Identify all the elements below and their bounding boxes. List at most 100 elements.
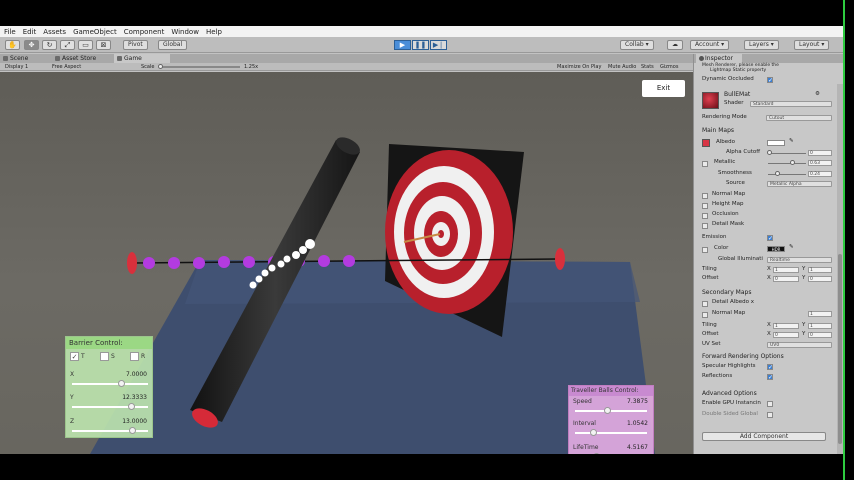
scale-tool-icon[interactable]: ⤢ (60, 40, 75, 50)
tiling-x-field[interactable]: 1 (773, 267, 799, 273)
menu-gameobject[interactable]: GameObject (73, 28, 117, 36)
smoothness-field[interactable]: 0.24 (808, 171, 832, 177)
normal-map-slot[interactable] (702, 193, 708, 199)
tiling-y-field[interactable]: 1 (808, 267, 832, 273)
transform-tool-icon[interactable]: ⊠ (96, 40, 111, 50)
add-component-button[interactable]: Add Component (702, 432, 826, 441)
interval-slider[interactable] (575, 432, 647, 434)
enable-gpu-instancing-checkbox[interactable] (767, 401, 773, 407)
eyedropper-icon[interactable]: ✎ (789, 137, 794, 146)
double-sided-gi-checkbox[interactable] (767, 412, 773, 418)
tab-inspector[interactable]: Inspector (696, 54, 742, 63)
metallic-handle[interactable] (790, 160, 795, 165)
offset-y-field[interactable]: 0 (808, 276, 832, 282)
source-dropdown[interactable]: Metallic Alpha (767, 181, 832, 187)
uv-set-dropdown[interactable]: UV0 (767, 342, 832, 348)
display-dropdown[interactable]: Display 1 (5, 64, 28, 70)
smoothness-slider[interactable] (768, 174, 806, 175)
alpha-cutoff-handle[interactable] (767, 150, 772, 155)
rotate-toggle[interactable]: R (130, 352, 145, 361)
specular-highlights-checkbox[interactable]: ✓ (767, 364, 773, 371)
step-button[interactable]: ▶❘ (430, 40, 447, 50)
metallic-slider[interactable] (768, 163, 806, 164)
albedo-color-swatch[interactable] (767, 140, 785, 146)
layers-dropdown[interactable]: Layers ▾ (744, 40, 779, 50)
menu-window[interactable]: Window (171, 28, 199, 36)
pause-button[interactable]: ❚❚ (412, 40, 429, 50)
shader-dropdown[interactable]: Standard (750, 101, 832, 107)
height-map-slot[interactable] (702, 203, 708, 209)
collab-dropdown[interactable]: Collab ▾ (620, 40, 654, 50)
speed-slider[interactable] (575, 410, 647, 412)
translate-checkbox[interactable]: ✓ (70, 352, 79, 361)
detail-mask-slot[interactable] (702, 223, 708, 229)
z-slider[interactable] (72, 430, 148, 432)
reflections-checkbox[interactable]: ✓ (767, 374, 773, 381)
eyedropper-icon-2[interactable]: ✎ (789, 243, 794, 252)
offset-x-field[interactable]: 0 (773, 276, 799, 282)
scale-toggle[interactable]: S (100, 352, 115, 361)
menu-edit[interactable]: Edit (23, 28, 37, 36)
y-slider-handle[interactable] (127, 403, 135, 410)
menu-file[interactable]: File (4, 28, 16, 36)
emission-label: Emission (702, 234, 727, 240)
emission-color-swatch[interactable]: HDR (767, 246, 785, 252)
tab-game[interactable]: Game (114, 54, 170, 63)
x-slider-handle[interactable] (117, 380, 125, 387)
alpha-cutoff-field[interactable]: 0 (808, 150, 832, 156)
emission-color-slot[interactable] (702, 247, 708, 253)
rotate-tool-icon[interactable]: ↻ (42, 40, 57, 50)
x-slider[interactable] (72, 383, 148, 385)
y-slider[interactable] (72, 406, 148, 408)
gizmos-dropdown[interactable]: Gizmos (660, 64, 678, 70)
offset2-x-field[interactable]: 0 (773, 332, 799, 338)
exit-button[interactable]: Exit (642, 80, 685, 97)
metallic-texture-slot[interactable] (702, 161, 708, 167)
tiling2-x-field[interactable]: 1 (773, 323, 799, 329)
play-button[interactable]: ▶ (394, 40, 411, 50)
cloud-icon[interactable]: ☁ (667, 40, 683, 50)
pivot-toggle[interactable]: Pivot (123, 40, 148, 50)
aspect-dropdown[interactable]: Free Aspect (52, 64, 81, 70)
scale-slider[interactable] (160, 66, 240, 68)
global-illumination-dropdown[interactable]: Realtime (767, 257, 832, 263)
z-slider-handle[interactable] (129, 427, 137, 434)
maximize-on-play-toggle[interactable]: Maximize On Play (557, 64, 601, 70)
menu-component[interactable]: Component (124, 28, 165, 36)
occlusion-slot[interactable] (702, 213, 708, 219)
menu-assets[interactable]: Assets (43, 28, 66, 36)
layout-dropdown[interactable]: Layout ▾ (794, 40, 830, 50)
settings-gear-icon[interactable]: ⚙ (815, 90, 820, 99)
inspector-scrollbar-thumb[interactable] (838, 254, 842, 444)
tab-scene[interactable]: Scene (0, 54, 52, 63)
global-toggle[interactable]: Global (158, 40, 188, 50)
menu-help[interactable]: Help (206, 28, 222, 36)
secondary-normal-scale-field[interactable]: 1 (808, 311, 832, 317)
scale-slider-handle[interactable] (158, 64, 163, 69)
dynamic-occluded-checkbox[interactable]: ✓ (767, 77, 773, 84)
metallic-field[interactable]: 0.63 (808, 160, 832, 166)
rect-tool-icon[interactable]: ▭ (78, 40, 93, 50)
game-viewport[interactable]: Exit Barrier Control: ✓ T S R X 7.0000 Y… (0, 72, 693, 454)
hand-tool-icon[interactable]: ✋ (5, 40, 20, 50)
stats-toggle[interactable]: Stats (641, 64, 654, 70)
mute-audio-toggle[interactable]: Mute Audio (608, 64, 636, 70)
detail-albedo-slot[interactable] (702, 301, 708, 307)
tab-asset-store[interactable]: Asset Store (52, 54, 114, 63)
speed-slider-handle[interactable] (603, 407, 611, 414)
rotate-checkbox[interactable] (130, 352, 139, 361)
alpha-cutoff-slider[interactable] (768, 153, 806, 154)
translate-toggle[interactable]: ✓ T (70, 352, 85, 361)
interval-slider-handle[interactable] (589, 429, 597, 436)
lifetime-slider-handle[interactable] (593, 453, 601, 454)
rendering-mode-dropdown[interactable]: Cutout (766, 115, 832, 121)
scale-checkbox[interactable] (100, 352, 109, 361)
emission-checkbox[interactable]: ✓ (767, 235, 773, 242)
move-tool-icon[interactable]: ✥ (24, 40, 39, 50)
offset2-y-field[interactable]: 0 (808, 332, 832, 338)
account-dropdown[interactable]: Account ▾ (690, 40, 730, 50)
tiling2-y-field[interactable]: 1 (808, 323, 832, 329)
secondary-normal-map-slot[interactable] (702, 312, 708, 318)
smoothness-handle[interactable] (775, 171, 780, 176)
albedo-texture-icon[interactable] (702, 139, 710, 147)
